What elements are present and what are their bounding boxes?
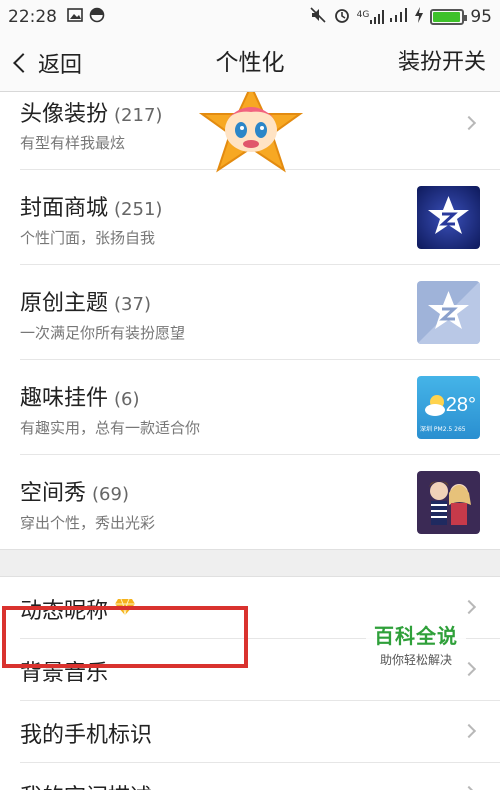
list-item-cover-store[interactable]: 封面商城 (251) 个性门面，张扬自我 — [20, 170, 500, 265]
list-item-fun-widget[interactable]: 趣味挂件 (6) 有趣实用，总有一款适合你 28° 深圳 PM2.5 265 — [20, 360, 500, 455]
item-title-text: 原创主题 — [20, 291, 109, 316]
status-time: 22:28 — [8, 7, 57, 27]
item-count: (217) — [114, 105, 163, 126]
settings-item-phone-label[interactable]: 我的手机标识 — [20, 701, 500, 763]
watermark-subtitle: 助你轻松解决 — [379, 653, 452, 667]
settings-item-space-description[interactable]: 我的空间描述 — [20, 763, 500, 790]
item-title: 趣味挂件 (6) — [20, 380, 140, 412]
charging-icon — [414, 6, 424, 28]
qzone-star-dark-thumbnail — [417, 186, 480, 249]
couple-avatar-thumbnail — [417, 471, 480, 534]
mascot-avatar-image — [196, 92, 306, 174]
diamond-icon — [114, 597, 136, 622]
item-title-text: 趣味挂件 — [20, 386, 109, 411]
item-title-text: 头像装扮 — [20, 102, 109, 127]
weather-temperature: 28° — [445, 394, 476, 416]
item-title: 封面商城 (251) — [20, 190, 162, 222]
nav-bar: 返回 个性化 装扮开关 — [0, 34, 500, 92]
item-count: (69) — [92, 484, 129, 505]
section-divider — [0, 549, 500, 577]
status-bar: 22:28 4G 95 — [0, 0, 500, 34]
dressup-toggle-button[interactable]: 装扮开关 — [398, 46, 486, 80]
list-item-original-theme[interactable]: 原创主题 (37) 一次满足你所有装扮愿望 — [20, 265, 500, 360]
qzone-star-light-thumbnail — [417, 281, 480, 344]
signal-4g-icon: 4G — [357, 10, 385, 24]
item-title: 我的手机标识 — [20, 717, 152, 749]
chevron-right-icon — [461, 723, 477, 739]
list-item-avatar-dressup[interactable]: 头像装扮 (217) 有型有样我最炫 — [20, 92, 500, 173]
item-title-text: 我的空间描述 — [20, 779, 152, 790]
item-title: 我的空间描述 — [20, 779, 152, 790]
content-list[interactable]: 头像装扮(217) 有型有样我最炫 封面商城(251) 个性门面，张扬自我 — [0, 92, 500, 790]
item-subtitle: 个性门面，张扬自我 — [20, 229, 156, 247]
item-title: 动态昵称 — [20, 593, 136, 625]
item-title-text: 空间秀 — [20, 481, 87, 506]
signal-icon — [390, 7, 408, 27]
battery-fill — [433, 12, 460, 22]
item-title-text: 背景音乐 — [20, 661, 109, 686]
image-notification-icon — [67, 7, 83, 28]
item-title: 背景音乐 — [20, 655, 108, 687]
item-title: 原创主题 (37) — [20, 285, 151, 317]
watermark-title: 百科全说 — [374, 624, 458, 648]
watermark: 百科全说 助你轻松解决 — [366, 618, 466, 670]
item-title-text: 动态昵称 — [20, 599, 109, 624]
chevron-right-icon — [461, 115, 477, 131]
network-type-label: 4G — [356, 10, 370, 20]
item-title: 空间秀 (69) — [20, 475, 129, 507]
chevron-right-icon — [461, 599, 477, 615]
item-title-text: 封面商城 — [20, 196, 109, 221]
item-count: (37) — [114, 294, 151, 315]
item-subtitle: 穿出个性，秀出光彩 — [20, 514, 156, 532]
item-count: (6) — [114, 389, 140, 410]
weather-info: 深圳 PM2.5 265 — [420, 426, 466, 433]
sync-notification-icon — [89, 7, 105, 28]
item-subtitle: 一次满足你所有装扮愿望 — [20, 324, 186, 342]
item-subtitle: 有趣实用，总有一款适合你 — [20, 419, 201, 437]
weather-widget-thumbnail: 28° 深圳 PM2.5 265 — [417, 376, 480, 439]
battery-icon — [430, 9, 468, 25]
alarm-icon — [333, 6, 351, 29]
mute-icon — [309, 6, 327, 29]
chevron-right-icon — [461, 785, 477, 790]
item-title-text: 我的手机标识 — [20, 723, 153, 748]
item-subtitle: 有型有样我最炫 — [20, 134, 126, 152]
list-item-qzone-show[interactable]: 空间秀 (69) 穿出个性，秀出光彩 — [20, 455, 500, 550]
battery-percent: 95 — [470, 7, 492, 27]
item-title: 头像装扮 (217) — [20, 96, 162, 128]
item-count: (251) — [114, 199, 163, 220]
